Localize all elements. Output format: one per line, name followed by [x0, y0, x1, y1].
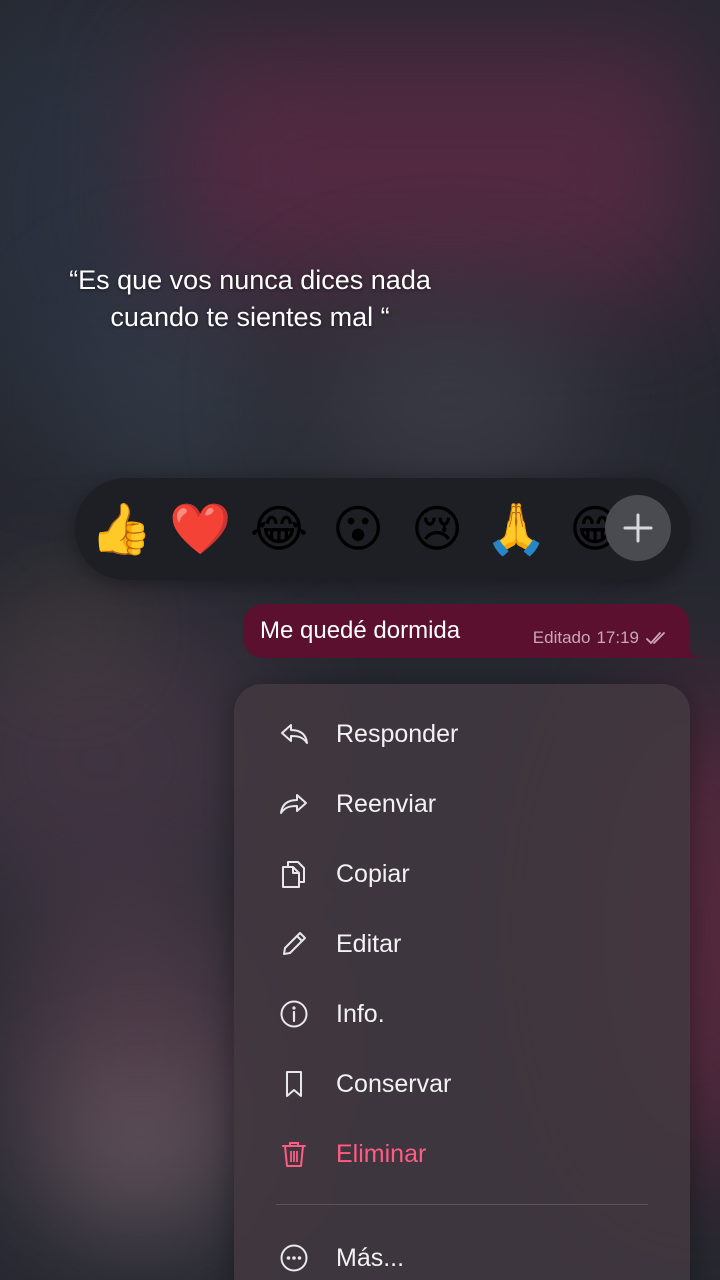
caption-line-2: cuando te sientes mal “ — [110, 302, 390, 332]
folded-hands-emoji[interactable]: 🙏 — [485, 498, 547, 560]
menu-item-edit[interactable]: Editar — [234, 912, 690, 976]
menu-item-label: Eliminar — [336, 1140, 427, 1168]
caption-line-1: “Es que vos nunca dices nada — [69, 265, 431, 295]
reply-icon — [281, 724, 308, 744]
menu-item-forward[interactable]: Reenviar — [234, 772, 690, 836]
menu-item-reply[interactable]: Responder — [234, 702, 690, 766]
more-reactions-button[interactable] — [605, 495, 671, 561]
message-bubble[interactable]: Me quedé dormida Editado 17:19 — [243, 604, 689, 658]
edited-label: Editado — [532, 628, 591, 647]
overlay-caption: “Es que vos nunca dices nada cuando te s… — [40, 262, 460, 336]
red-heart-emoji[interactable]: ❤️ — [169, 498, 231, 560]
tears-of-joy-emoji[interactable]: 😂 — [248, 498, 310, 560]
menu-item-keep[interactable]: Conservar — [234, 1052, 690, 1116]
menu-item-delete[interactable]: Eliminar — [234, 1122, 690, 1186]
pencil-icon — [283, 932, 306, 955]
menu-item-label: Reenviar — [336, 790, 437, 818]
menu-item-label: Copiar — [336, 860, 410, 888]
menu-item-info[interactable]: Info. — [234, 982, 690, 1046]
surprised-emoji[interactable]: 😮 — [327, 498, 389, 560]
menu-item-label: Responder — [336, 720, 459, 748]
plus-icon — [623, 513, 653, 543]
menu-divider — [276, 1204, 648, 1205]
menu-item-more[interactable]: Más... — [234, 1226, 690, 1280]
more-icon — [280, 1244, 308, 1272]
message-text: Me quedé dormida — [260, 617, 461, 644]
thumbs-up-emoji[interactable]: 👍 — [90, 498, 152, 560]
menu-item-label: Info. — [336, 1000, 385, 1028]
menu-item-copy[interactable]: Copiar — [234, 842, 690, 906]
forward-icon — [280, 794, 307, 814]
bubble-tail — [682, 640, 702, 658]
message-meta: Editado 17:19 — [533, 627, 669, 649]
message-context-menu: Responder Reenviar Copiar Editar Info. C… — [234, 684, 690, 1280]
menu-item-label: Conservar — [336, 1070, 452, 1098]
menu-item-label: Más... — [336, 1244, 405, 1272]
menu-item-label: Editar — [336, 930, 402, 958]
trash-icon — [282, 1142, 306, 1167]
reaction-bar: 👍 ❤️ 😂 😮 😢 🙏 😁 — [75, 478, 690, 580]
message-time: 17:19 — [596, 628, 639, 647]
double-check-icon — [646, 632, 665, 644]
bookmark-icon — [286, 1071, 302, 1097]
info-icon — [280, 1000, 308, 1028]
copy-icon — [282, 861, 305, 888]
crying-emoji[interactable]: 😢 — [406, 498, 468, 560]
